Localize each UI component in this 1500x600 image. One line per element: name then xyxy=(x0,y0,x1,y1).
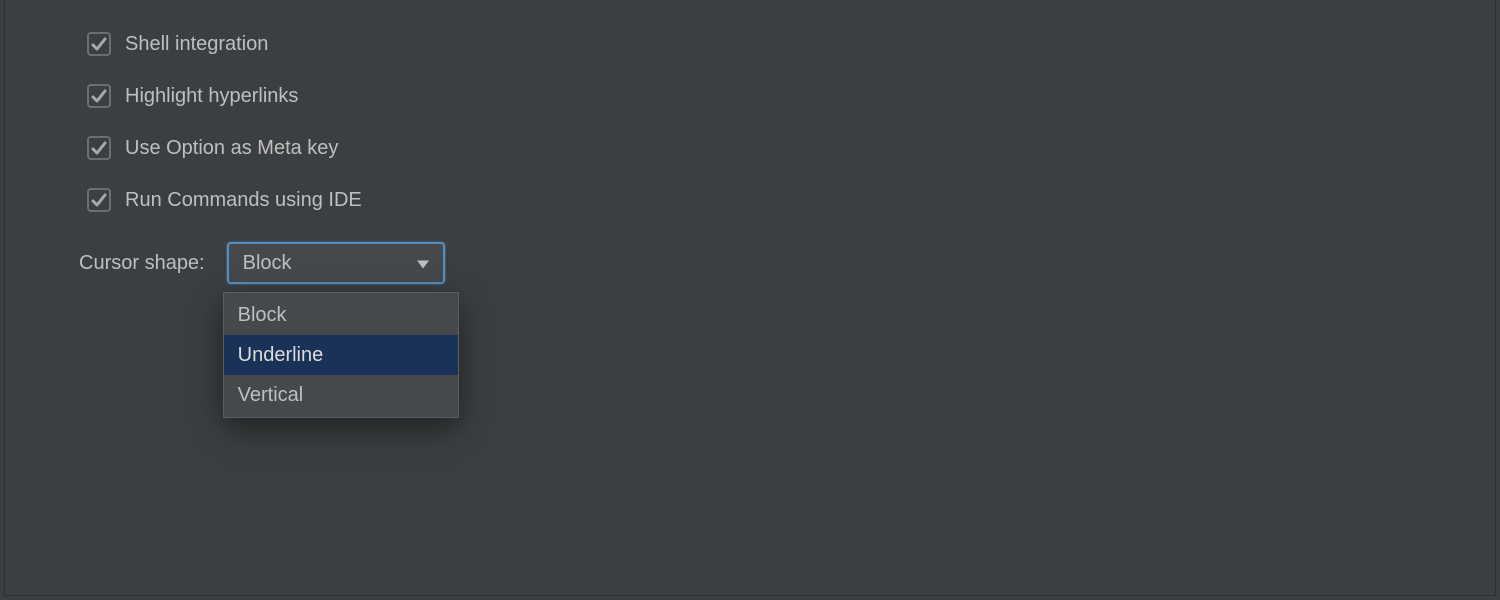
check-icon xyxy=(91,36,107,52)
checkbox-row-highlight-hyperlinks[interactable]: Highlight hyperlinks xyxy=(87,70,1495,122)
checkbox-option-as-meta[interactable] xyxy=(87,136,111,160)
checkbox-row-run-commands-ide[interactable]: Run Commands using IDE xyxy=(87,174,1495,226)
cursor-shape-option-block[interactable]: Block xyxy=(224,295,458,335)
checkbox-shell-integration[interactable] xyxy=(87,32,111,56)
checkbox-highlight-hyperlinks[interactable] xyxy=(87,84,111,108)
checkbox-label: Highlight hyperlinks xyxy=(125,85,298,108)
check-icon xyxy=(91,88,107,104)
cursor-shape-select[interactable]: Block xyxy=(227,242,445,284)
settings-panel: Shell integration Highlight hyperlinks U… xyxy=(4,0,1496,596)
cursor-shape-row: Cursor shape: Block Block Underline Vert… xyxy=(79,242,1495,284)
checkbox-label: Shell integration xyxy=(125,33,268,56)
cursor-shape-dropdown: Block Underline Vertical xyxy=(223,292,459,418)
checkbox-row-option-as-meta[interactable]: Use Option as Meta key xyxy=(87,122,1495,174)
cursor-shape-option-underline[interactable]: Underline xyxy=(224,335,458,375)
checkbox-run-commands-ide[interactable] xyxy=(87,188,111,212)
chevron-down-icon xyxy=(417,252,429,275)
check-icon xyxy=(91,140,107,156)
checkbox-row-shell-integration[interactable]: Shell integration xyxy=(87,18,1495,70)
cursor-shape-option-vertical[interactable]: Vertical xyxy=(224,375,458,415)
cursor-shape-select-wrap: Block Block Underline Vertical xyxy=(227,242,445,284)
cursor-shape-label: Cursor shape: xyxy=(79,252,205,275)
checkbox-label: Run Commands using IDE xyxy=(125,189,362,212)
check-icon xyxy=(91,192,107,208)
checkbox-label: Use Option as Meta key xyxy=(125,137,338,160)
cursor-shape-selected-value: Block xyxy=(243,252,292,275)
